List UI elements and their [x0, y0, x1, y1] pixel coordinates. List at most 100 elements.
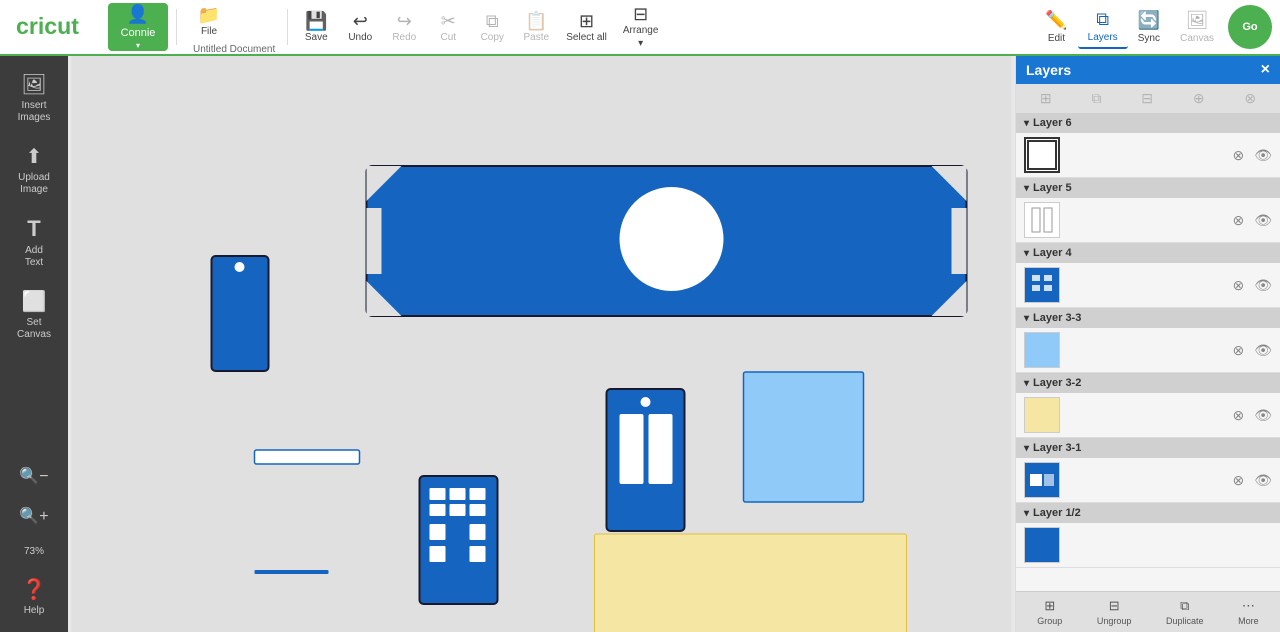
layer-3-1-row: ⊗ 👁: [1016, 458, 1280, 502]
select-all-button[interactable]: ⊞ Select all: [560, 5, 613, 49]
layers-button[interactable]: ⧉ Layers: [1078, 5, 1128, 49]
sidebar-item-zoom-in[interactable]: 🔍+: [4, 498, 64, 534]
sidebar-item-zoom-out[interactable]: 🔍−: [4, 458, 64, 494]
layer-3-3-header[interactable]: ▾ Layer 3-3: [1016, 308, 1280, 328]
layer-4-header[interactable]: ▾ Layer 4: [1016, 243, 1280, 263]
layer-3-2-chevron: ▾: [1024, 378, 1029, 389]
ungroup-icon: ⊟: [1109, 598, 1120, 614]
layer-3-1-x-button[interactable]: ⊗: [1232, 472, 1244, 489]
blue-door-center: [607, 389, 685, 531]
layers-panel-header: Layers ×: [1016, 56, 1280, 84]
sync-button[interactable]: 🔄 Sync: [1128, 5, 1170, 49]
add-text-label: Add Text: [25, 245, 43, 269]
sidebar-item-add-text[interactable]: T Add Text: [4, 208, 64, 277]
layer-4-eye-button[interactable]: 👁: [1254, 277, 1272, 294]
arrange-button[interactable]: ⊟ Arrange▾: [617, 5, 665, 49]
layer-3-2-eye-button[interactable]: 👁: [1254, 407, 1272, 424]
sync-icon: 🔄: [1138, 10, 1160, 31]
doc-title: Untitled Document: [189, 44, 275, 55]
layers-panel-title: Layers: [1026, 62, 1071, 78]
layer-4-x-button[interactable]: ⊗: [1232, 277, 1244, 294]
paste-label: Paste: [523, 32, 549, 43]
layers-close-button[interactable]: ×: [1261, 62, 1270, 78]
user-button[interactable]: 👤 Connie ▾: [108, 3, 168, 51]
layer-4-thumb: [1024, 267, 1060, 303]
layer-3-3-eye-button[interactable]: 👁: [1254, 342, 1272, 359]
layer-group-1-2: ▾ Layer 1/2: [1016, 503, 1280, 568]
undo-button[interactable]: ↩ Undo: [340, 5, 380, 49]
layer-6-eye-button[interactable]: 👁: [1254, 147, 1272, 164]
go-button[interactable]: Go: [1228, 5, 1272, 49]
lt-btn-4[interactable]: ⊕: [1189, 88, 1209, 109]
save-button[interactable]: 💾 Save: [296, 5, 336, 49]
zoom-level-label: 73%: [24, 546, 44, 557]
group-button[interactable]: ⊞ Group: [1031, 596, 1068, 628]
tag-shape-left: [212, 256, 269, 371]
file-button[interactable]: 📁 File: [189, 0, 229, 44]
select-all-icon: ⊞: [579, 12, 594, 30]
layer-6-x-button[interactable]: ⊗: [1232, 147, 1244, 164]
layer-1-2-chevron: ▾: [1024, 508, 1029, 519]
layer-group-3-1: ▾ Layer 3-1 ⊗ 👁: [1016, 438, 1280, 503]
layer-3-1-eye-button[interactable]: 👁: [1254, 472, 1272, 489]
lt-btn-5[interactable]: ⊗: [1240, 88, 1260, 109]
edit-button[interactable]: ✏️ Edit: [1035, 5, 1077, 49]
layer-6-label: Layer 6: [1033, 117, 1072, 129]
group-label: Group: [1037, 616, 1062, 626]
sidebar-item-set-canvas[interactable]: ⬜ Set Canvas: [4, 281, 64, 349]
svg-text:cricut: cricut: [16, 13, 79, 39]
layer-5-x-button[interactable]: ⊗: [1232, 212, 1244, 229]
layer-1-2-header[interactable]: ▾ Layer 1/2: [1016, 503, 1280, 523]
file-icon: 📁: [198, 6, 220, 24]
upload-image-icon: ⬆: [26, 144, 43, 169]
duplicate-button[interactable]: ⧉ Duplicate: [1160, 596, 1210, 628]
layer-3-3-x-button[interactable]: ⊗: [1232, 342, 1244, 359]
canvas-icon: 🖼: [1186, 10, 1209, 31]
cut-button[interactable]: ✂ Cut: [428, 5, 468, 49]
redo-button[interactable]: ↪ Redo: [384, 5, 424, 49]
layer-6-header[interactable]: ▾ Layer 6: [1016, 113, 1280, 133]
more-icon: ⋯: [1242, 598, 1255, 614]
sidebar-item-upload-image[interactable]: ⬆ Upload Image: [4, 136, 64, 204]
layer-5-header[interactable]: ▾ Layer 5: [1016, 178, 1280, 198]
layer-3-1-chevron: ▾: [1024, 443, 1029, 454]
layer-3-2-header[interactable]: ▾ Layer 3-2: [1016, 373, 1280, 393]
canvas-label: Canvas: [1180, 33, 1214, 44]
sidebar-item-help[interactable]: ❓ Help: [4, 569, 64, 624]
blue-banner-shape: [367, 166, 967, 316]
ungroup-button[interactable]: ⊟ Ungroup: [1091, 596, 1138, 628]
lt-btn-1[interactable]: ⊞: [1036, 88, 1056, 109]
help-icon: ❓: [22, 577, 47, 602]
ungroup-label: Ungroup: [1097, 616, 1132, 626]
user-label: Connie: [121, 27, 156, 39]
left-sidebar: 🖼 Insert Images ⬆ Upload Image T Add Tex…: [0, 56, 68, 632]
more-button[interactable]: ⋯ More: [1232, 596, 1265, 628]
insert-images-label: Insert Images: [18, 100, 51, 124]
undo-label: Undo: [348, 32, 372, 43]
layer-3-1-header[interactable]: ▾ Layer 3-1: [1016, 438, 1280, 458]
layer-3-2-x-button[interactable]: ⊗: [1232, 407, 1244, 424]
layer-3-3-label: Layer 3-3: [1033, 312, 1081, 324]
layers-bottom-toolbar: ⊞ Group ⊟ Ungroup ⧉ Duplicate ⋯ More: [1016, 591, 1280, 632]
copy-label: Copy: [481, 32, 504, 43]
lt-btn-2[interactable]: ⧉: [1087, 88, 1105, 109]
copy-icon: ⧉: [486, 12, 499, 30]
copy-button[interactable]: ⧉ Copy: [472, 5, 512, 49]
sidebar-item-insert-images[interactable]: 🖼 Insert Images: [4, 64, 64, 132]
layer-3-2-row: ⊗ 👁: [1016, 393, 1280, 437]
help-label: Help: [24, 605, 45, 616]
divider-1: [176, 9, 177, 45]
layer-5-eye-button[interactable]: 👁: [1254, 212, 1272, 229]
paste-button[interactable]: 📋 Paste: [516, 5, 556, 49]
arrange-label: Arrange: [623, 25, 659, 36]
cut-label: Cut: [440, 32, 456, 43]
lt-btn-3[interactable]: ⊟: [1137, 88, 1157, 109]
layer-4-chevron: ▾: [1024, 248, 1029, 259]
canvas-area[interactable]: [68, 56, 1015, 632]
canvas-button[interactable]: 🖼 Canvas: [1170, 5, 1224, 49]
edit-icon: ✏️: [1045, 10, 1067, 31]
layer-6-row: ⊗ 👁: [1016, 133, 1280, 177]
lt-icon-3: ⊟: [1141, 90, 1153, 107]
layer-group-5: ▾ Layer 5 ⊗ 👁: [1016, 178, 1280, 243]
paste-icon: 📋: [525, 12, 547, 30]
